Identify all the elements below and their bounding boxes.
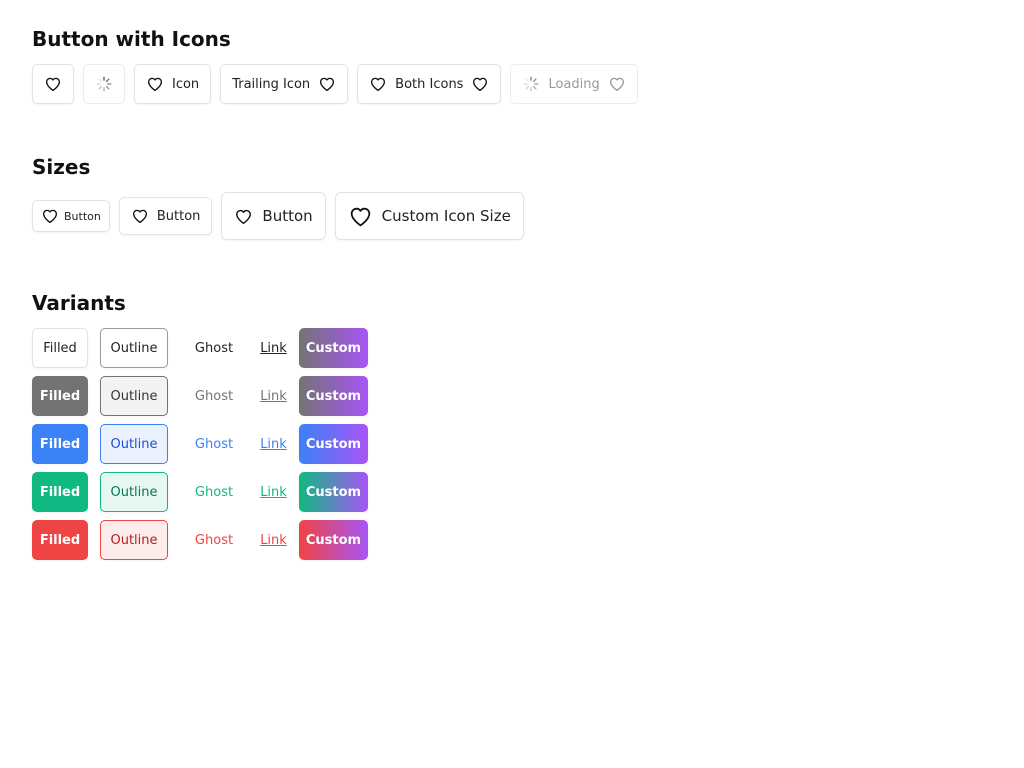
ghost-button[interactable]: Ghost bbox=[180, 328, 248, 368]
custom-button[interactable]: Custom bbox=[299, 520, 368, 560]
outline-button[interactable]: Outline bbox=[100, 472, 168, 512]
icons-row: Icon Trailing Icon Both Icons Loading bbox=[32, 64, 647, 104]
heart-icon bbox=[234, 207, 253, 226]
ghost-button[interactable]: Ghost bbox=[180, 424, 248, 464]
trailing-icon-button[interactable]: Trailing Icon bbox=[220, 64, 349, 104]
outline-button[interactable]: Outline bbox=[100, 328, 168, 368]
filled-button[interactable]: Filled bbox=[32, 520, 88, 560]
outline-button[interactable]: Outline bbox=[100, 424, 168, 464]
section-title-icons: Button with Icons bbox=[32, 27, 231, 51]
button-size-sm[interactable]: Button bbox=[118, 197, 213, 235]
loading-button-label: Loading bbox=[548, 76, 600, 92]
custom-icon-size-button-label: Custom Icon Size bbox=[381, 207, 511, 225]
section-title-variants: Variants bbox=[32, 291, 126, 315]
outline-button[interactable]: Outline bbox=[100, 376, 168, 416]
heart-icon bbox=[146, 75, 164, 93]
heart-icon bbox=[471, 75, 489, 93]
custom-button[interactable]: Custom bbox=[299, 376, 368, 416]
filled-button[interactable]: Filled bbox=[32, 328, 88, 368]
spinner-icon bbox=[95, 75, 113, 93]
link-button[interactable]: Link bbox=[260, 472, 287, 512]
sizes-row: Button Button Button Custom Icon Size bbox=[32, 192, 533, 240]
heart-icon bbox=[44, 75, 62, 93]
heart-icon bbox=[348, 204, 373, 229]
custom-button[interactable]: Custom bbox=[299, 472, 368, 512]
outline-button[interactable]: Outline bbox=[100, 520, 168, 560]
button-size-xs[interactable]: Button bbox=[32, 200, 110, 232]
variant-row-red: Filled Outline Ghost Link Custom bbox=[32, 520, 368, 560]
filled-button[interactable]: Filled bbox=[32, 424, 88, 464]
button-size-xs-label: Button bbox=[64, 209, 101, 223]
button-size-md[interactable]: Button bbox=[221, 192, 326, 240]
custom-button[interactable]: Custom bbox=[299, 328, 368, 368]
icon-only-button[interactable] bbox=[32, 64, 74, 104]
heart-icon bbox=[41, 207, 59, 225]
spinner-icon bbox=[522, 75, 540, 93]
filled-button[interactable]: Filled bbox=[32, 472, 88, 512]
link-button[interactable]: Link bbox=[260, 328, 287, 368]
variant-row-blue: Filled Outline Ghost Link Custom bbox=[32, 424, 368, 464]
filled-button[interactable]: Filled bbox=[32, 376, 88, 416]
button-size-sm-label: Button bbox=[156, 208, 201, 224]
link-button[interactable]: Link bbox=[260, 376, 287, 416]
both-icons-button[interactable]: Both Icons bbox=[357, 64, 502, 104]
icon-button-label: Icon bbox=[172, 76, 200, 92]
heart-icon bbox=[369, 75, 387, 93]
variant-row-default: Filled Outline Ghost Link Custom bbox=[32, 328, 368, 368]
heart-icon bbox=[318, 75, 336, 93]
link-button[interactable]: Link bbox=[260, 520, 287, 560]
trailing-icon-button-label: Trailing Icon bbox=[232, 76, 311, 92]
link-button[interactable]: Link bbox=[260, 424, 287, 464]
variant-row-gray: Filled Outline Ghost Link Custom bbox=[32, 376, 368, 416]
heart-icon bbox=[131, 207, 149, 225]
ghost-button[interactable]: Ghost bbox=[180, 472, 248, 512]
loading-button[interactable]: Loading bbox=[510, 64, 638, 104]
ghost-button[interactable]: Ghost bbox=[180, 520, 248, 560]
custom-icon-size-button[interactable]: Custom Icon Size bbox=[334, 192, 524, 240]
heart-icon bbox=[608, 75, 626, 93]
section-title-sizes: Sizes bbox=[32, 155, 91, 179]
custom-button[interactable]: Custom bbox=[299, 424, 368, 464]
both-icons-button-label: Both Icons bbox=[395, 76, 464, 92]
button-size-md-label: Button bbox=[262, 207, 313, 225]
ghost-button[interactable]: Ghost bbox=[180, 376, 248, 416]
icon-button[interactable]: Icon bbox=[134, 64, 212, 104]
loading-icon-button[interactable] bbox=[83, 64, 125, 104]
variant-row-green: Filled Outline Ghost Link Custom bbox=[32, 472, 368, 512]
